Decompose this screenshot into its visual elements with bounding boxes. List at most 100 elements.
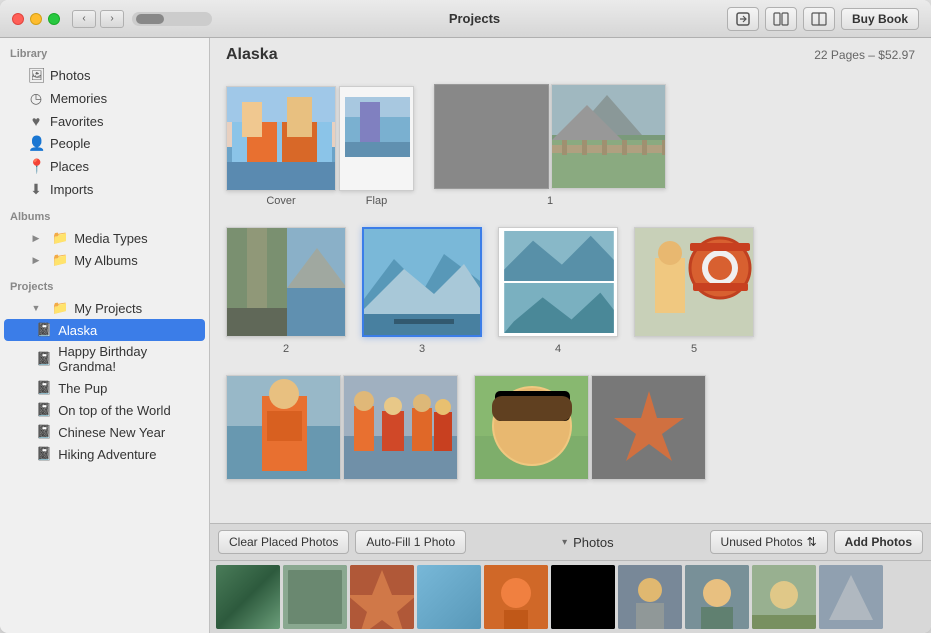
library-section-label: Library <box>0 38 209 64</box>
page-8-thumb[interactable] <box>474 375 589 480</box>
view-button-1[interactable] <box>765 7 797 31</box>
sidebar-item-media-types[interactable]: ▶ 📁 Media Types <box>4 227 205 249</box>
sidebar-item-happy-birthday-label: Happy Birthday Grandma! <box>58 344 197 374</box>
forward-button[interactable]: › <box>100 10 124 28</box>
sidebar-item-people[interactable]: 👤 People <box>4 132 205 155</box>
strip-photo-3[interactable] <box>350 565 414 629</box>
strip-photo-4[interactable] <box>417 565 481 629</box>
unused-photos-button[interactable]: Unused Photos ⇅ <box>710 530 828 554</box>
sidebar-item-my-albums-label: My Albums <box>74 253 138 268</box>
sidebar-item-favorites[interactable]: ♥ Favorites <box>4 110 205 132</box>
auto-fill-button[interactable]: Auto-Fill 1 Photo <box>355 530 466 554</box>
toolbar-right: Buy Book <box>727 7 919 31</box>
flap-label: Flap <box>366 195 387 207</box>
sidebar-item-memories[interactable]: ◷ Memories <box>4 87 205 110</box>
page-5-group[interactable]: 5 <box>634 227 754 355</box>
media-types-disclosure: ▶ <box>28 233 44 244</box>
sidebar-item-photos[interactable]: 🖼 Photos <box>4 64 205 87</box>
strip-photo-1[interactable] <box>216 565 280 629</box>
page-5-thumb[interactable] <box>634 227 754 337</box>
page-67-spread <box>226 375 458 480</box>
sidebar-item-memories-label: Memories <box>50 91 107 106</box>
sidebar-item-alaska[interactable]: 📓 Alaska <box>4 319 205 341</box>
add-photos-button[interactable]: Add Photos <box>834 530 923 554</box>
pages-row-2: 2 <box>226 227 754 355</box>
sidebar-item-chinese-new[interactable]: 📓 Chinese New Year <box>4 421 205 443</box>
people-icon: 👤 <box>28 135 44 152</box>
content-meta: 22 Pages – $52.97 <box>814 48 915 62</box>
cover-flap-group: Cover <box>226 86 414 207</box>
page-1-spread <box>434 84 666 189</box>
back-button[interactable]: ‹ <box>72 10 96 28</box>
places-icon: 📍 <box>28 158 44 175</box>
hiking-icon: 📓 <box>36 446 52 462</box>
page-1-group[interactable]: 1 <box>434 84 666 207</box>
page-3-group[interactable]: 3 <box>362 227 482 355</box>
strip-photo-5[interactable] <box>484 565 548 629</box>
titlebar: ‹ › Projects Buy Book <box>0 0 931 38</box>
photos-icon: 🖼 <box>28 67 44 84</box>
strip-photo-8[interactable] <box>685 565 749 629</box>
window-title: Projects <box>222 11 727 26</box>
memories-icon: ◷ <box>28 90 44 107</box>
maximize-button[interactable] <box>48 13 60 25</box>
buy-book-button[interactable]: Buy Book <box>841 8 919 30</box>
alaska-book-icon: 📓 <box>36 322 52 338</box>
strip-photo-7[interactable] <box>618 565 682 629</box>
strip-photo-10[interactable] <box>819 565 883 629</box>
flap-page-group[interactable]: Flap <box>339 86 414 207</box>
page-4-label: 4 <box>555 343 561 355</box>
imports-icon: ⬇ <box>28 181 44 198</box>
sidebar-item-places[interactable]: 📍 Places <box>4 155 205 178</box>
cover-page-group[interactable]: Cover <box>226 86 336 207</box>
page-89-spread <box>474 375 706 480</box>
clear-placed-button[interactable]: Clear Placed Photos <box>218 530 349 554</box>
sidebar-item-the-pup[interactable]: 📓 The Pup <box>4 377 205 399</box>
page-89-group[interactable] <box>474 375 706 480</box>
page-1-left[interactable] <box>434 84 549 189</box>
sidebar-item-imports-label: Imports <box>50 182 93 197</box>
sidebar-item-my-albums[interactable]: ▶ 📁 My Albums <box>4 249 205 271</box>
page-2-label: 2 <box>283 343 289 355</box>
sidebar-item-hiking-label: Hiking Adventure <box>58 447 156 462</box>
strip-photo-6[interactable] <box>551 565 615 629</box>
minimize-button[interactable] <box>30 13 42 25</box>
cover-label: Cover <box>266 195 295 207</box>
pages-row-1: Cover <box>226 84 666 207</box>
sidebar-item-my-projects[interactable]: ▼ 📁 My Projects <box>4 297 205 319</box>
strip-photo-2[interactable] <box>283 565 347 629</box>
cover-thumb[interactable] <box>226 86 336 191</box>
sidebar-item-chinese-new-label: Chinese New Year <box>58 425 165 440</box>
sidebar-item-happy-birthday[interactable]: 📓 Happy Birthday Grandma! <box>4 341 205 377</box>
sidebar-item-hiking[interactable]: 📓 Hiking Adventure <box>4 443 205 465</box>
unused-photos-label: Unused Photos <box>721 535 803 549</box>
page-2-thumb[interactable] <box>226 227 346 337</box>
sidebar-item-on-top-label: On top of the World <box>58 403 171 418</box>
pages-row-3 <box>226 375 706 480</box>
page-1-right[interactable] <box>551 84 666 189</box>
page-2-group[interactable]: 2 <box>226 227 346 355</box>
page-4-thumb[interactable] <box>498 227 618 337</box>
page-6-thumb[interactable] <box>226 375 341 480</box>
strip-photo-9[interactable] <box>752 565 816 629</box>
favorites-icon: ♥ <box>28 113 44 129</box>
bottom-bar: Clear Placed Photos Auto-Fill 1 Photo ▾ … <box>210 523 931 633</box>
flap-thumb[interactable] <box>339 86 414 191</box>
sidebar-item-imports[interactable]: ⬇ Imports <box>4 178 205 201</box>
cover-flap-spread: Cover <box>226 86 414 207</box>
content-area: Alaska 22 Pages – $52.97 <box>210 38 931 633</box>
page-67-group[interactable] <box>226 375 458 480</box>
page-3-thumb[interactable] <box>362 227 482 337</box>
close-button[interactable] <box>12 13 24 25</box>
sidebar-item-people-label: People <box>50 136 90 151</box>
page-9-thumb[interactable] <box>591 375 706 480</box>
media-types-icon: 📁 <box>52 230 68 246</box>
sidebar-item-on-top[interactable]: 📓 On top of the World <box>4 399 205 421</box>
on-top-icon: 📓 <box>36 402 52 418</box>
view-button-2[interactable] <box>803 7 835 31</box>
zoom-slider[interactable] <box>132 12 212 26</box>
photo-strip <box>210 561 931 633</box>
page-4-group[interactable]: 4 <box>498 227 618 355</box>
page-7-thumb[interactable] <box>343 375 458 480</box>
share-button[interactable] <box>727 7 759 31</box>
